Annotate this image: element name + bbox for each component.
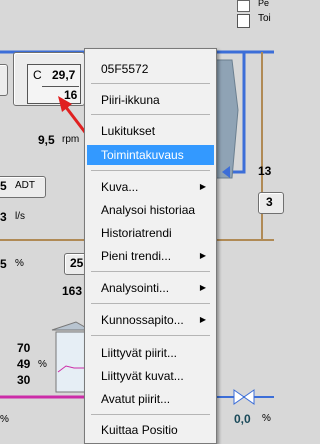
controller-measured-value: 29,7 [52,68,76,82]
submenu-arrow-icon: ▶ [199,182,206,191]
menu-separator [91,271,210,272]
menu-item-related-images[interactable]: Liittyvät kuvat... [87,366,214,386]
mini-trend-box [55,331,87,393]
flow-unit: l/s [15,211,25,222]
bottom-unit: % [38,359,47,370]
top-right-label-2: Toi [258,13,271,24]
menu-item-related-circuits[interactable]: Liittyvät piirit... [87,343,214,363]
menu-item-maintenance[interactable]: Kunnossapito... ▶ [87,310,214,330]
menu-separator [91,170,210,171]
menu-separator [91,414,210,415]
menu-item-label: Kuva... [101,180,139,194]
bottom-left-unit: % [0,414,9,425]
top-right-indicator[interactable]: Pe Toi [235,0,275,30]
submenu-arrow-icon: ▶ [199,283,206,292]
menu-item-label: Kuittaa Positio [101,423,178,437]
menu-item-label: Toimintakuvaus [101,148,184,162]
menu-item-function-description[interactable]: Toimintakuvaus [87,145,214,165]
context-menu: 05F5572 Piiri-ikkuna Lukitukset Toiminta… [84,48,217,444]
submenu-arrow-icon: ▶ [199,315,206,324]
adt-unit: ADT [15,180,35,191]
speed-value: 9,5 [38,133,55,147]
menu-separator [91,83,210,84]
menu-item-history-trend[interactable]: Historiatrendi [87,223,214,243]
menu-item-analysis[interactable]: Analysointi... ▶ [87,278,214,298]
menu-item-interlocks[interactable]: Lukitukset [87,121,214,141]
right-value-2: 3 [266,195,273,209]
submenu-arrow-icon: ▶ [199,251,206,260]
menu-item-label: Piiri-ikkuna [101,93,160,107]
mid-value-2: 163 [62,284,83,298]
bottom-value-2: 49 [17,357,31,371]
menu-item-label: Lukitukset [101,124,156,138]
menu-item-label: Historiatrendi [101,226,172,240]
controller-label: C [33,68,42,82]
bottom-value-3: 30 [17,373,31,387]
menu-item-label: Analysoi historiaa [101,203,196,217]
menu-item-circuit-window[interactable]: Piiri-ikkuna [87,90,214,110]
menu-item-label: Pieni trendi... [101,249,172,263]
menu-item-label: Liittyvät kuvat... [101,369,184,383]
menu-separator [91,114,210,115]
menu-item-opened-circuits[interactable]: Avatut piirit... [87,389,214,409]
bottom-right-value: 0,0 [234,412,251,426]
checkbox-icon [237,0,250,12]
adt-value: 5 [0,179,7,193]
mid-value-1: 25 [70,256,84,270]
speed-unit: rpm [62,134,80,145]
menu-item-small-trend[interactable]: Pieni trendi... ▶ [87,246,214,266]
controller-divider [42,86,79,87]
menu-item-label: 05F5572 [101,62,149,76]
menu-item-acknowledge-position[interactable]: Kuittaa Positio [87,420,214,440]
equipment-shape [213,59,239,179]
right-value-1: 13 [258,164,272,178]
percent-value: 5 [0,257,7,271]
bottom-right-unit: % [262,413,271,424]
valve-icon [233,389,245,405]
menu-item-analyze-history[interactable]: Analysoi historiaa [87,200,214,220]
bottom-value-1: 70 [17,341,31,355]
top-right-label-1: Pe [258,0,270,8]
menu-item-label: Analysointi... [101,281,170,295]
flow-value: 3 [0,210,7,224]
document-icon [237,14,250,28]
menu-item-image[interactable]: Kuva... ▶ [87,177,214,197]
left-status-box[interactable] [0,64,8,96]
menu-item-position-id[interactable]: 05F5572 [87,59,214,79]
menu-item-label: Kunnossapito... [101,313,184,327]
menu-separator [91,335,210,336]
menu-item-label: Avatut piirit... [101,392,171,406]
menu-separator [91,303,210,304]
menu-item-label: Liittyvät piirit... [101,346,178,360]
percent-unit: % [15,258,24,269]
